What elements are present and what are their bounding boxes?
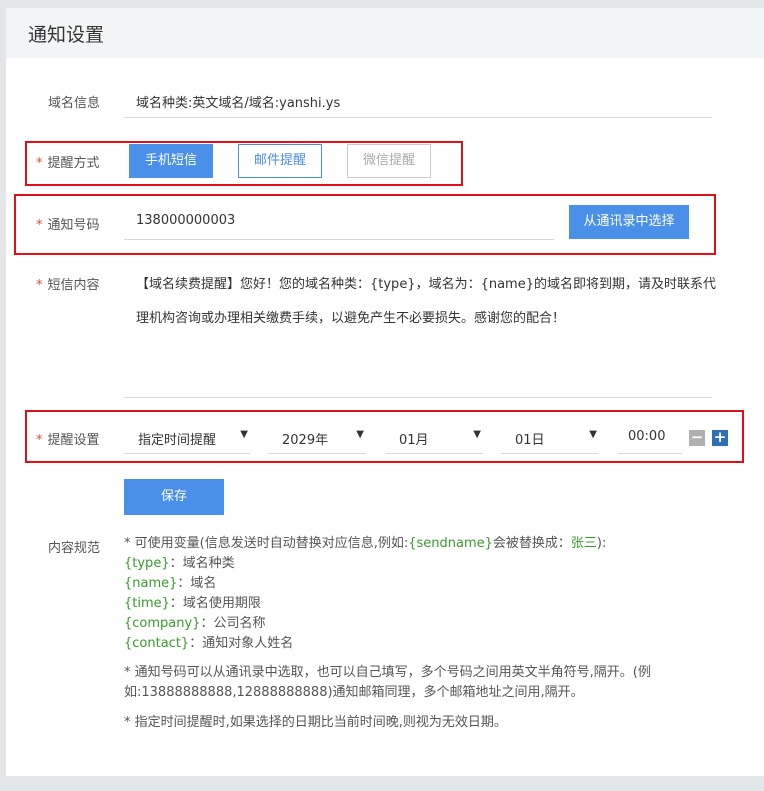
chevron-down-icon: ▼ [356, 429, 364, 440]
remind-mode-select[interactable]: 指定时间提醒 ▼ [124, 422, 250, 454]
day-select[interactable]: 01日 ▼ [501, 422, 599, 454]
day-value: 01日 [515, 433, 545, 448]
month-value: 01月 [399, 433, 429, 448]
settings-panel: 域名信息 域名种类:英文域名/域名:yanshi.ys * 提醒方式 手机短信 邮… [6, 58, 764, 776]
notify-number-input[interactable]: 138000000003 [136, 213, 235, 228]
required-star: * [36, 433, 43, 448]
rules-intro-mid: 会被替换成： [492, 536, 571, 551]
remind-setting-label: * 提醒设置 [36, 433, 100, 448]
domain-info-value: 域名种类:英文域名/域名:yanshi.ys [136, 96, 341, 111]
remind-method-label: * 提醒方式 [36, 156, 100, 171]
rules-note-line: 如:13888888888,12888888888)通知邮箱同理，多个邮箱地址之… [124, 685, 584, 700]
rules-note-line: * 通知号码可以从通讯录中选取，也可以自己填写，多个号码之间用英文半角符号,隔开… [124, 665, 651, 680]
chevron-down-icon: ▼ [589, 429, 597, 440]
sms-content-underline [124, 397, 712, 398]
rules-intro-suffix: ): [596, 536, 607, 551]
time-input[interactable]: 00:00 [618, 422, 682, 454]
chevron-down-icon: ▼ [240, 429, 248, 440]
content-rules-label: 内容规范 [48, 541, 101, 556]
rules-intro-variable: {sendname} [408, 536, 493, 551]
page-header: 通知设置 [6, 8, 764, 58]
select-from-contacts-button[interactable]: 从通讯录中选择 [569, 205, 689, 239]
option-email-button[interactable]: 邮件提醒 [238, 144, 322, 178]
content-rules-intro: * 可使用变量(信息发送时自动替换对应信息,例如:{sendname}会被替换成… [124, 534, 724, 554]
list-item: {name}：域名 [124, 576, 217, 591]
rules-note-numbers: * 通知号码可以从通讯录中选取，也可以自己填写，多个号码之间用英文半角符号,隔开… [124, 663, 724, 703]
list-item: {company}：公司名称 [124, 616, 266, 631]
rules-intro-prefix: * 可使用变量(信息发送时自动替换对应信息,例如: [124, 536, 409, 551]
month-select[interactable]: 01月 ▼ [385, 422, 483, 454]
sms-content-text[interactable]: 【域名续费提醒】您好！您的域名种类：{type}，域名为：{name}的域名即将… [136, 268, 726, 336]
variable-list: {type}：域名种类 {name}：域名 {time}：域名使用期限 {com… [124, 554, 293, 654]
domain-info-underline [124, 117, 712, 118]
list-item: {type}：域名种类 [124, 556, 235, 571]
rules-intro-example: 张三 [570, 536, 597, 551]
list-item: {time}：域名使用期限 [124, 596, 261, 611]
minus-icon[interactable]: − [689, 430, 705, 446]
time-value: 00:00 [628, 429, 666, 444]
remind-mode-value: 指定时间提醒 [138, 433, 217, 448]
sms-content-label: * 短信内容 [36, 278, 100, 293]
notify-number-underline [124, 239, 554, 240]
year-select[interactable]: 2029年 ▼ [268, 422, 366, 454]
required-star: * [36, 218, 43, 233]
year-value: 2029年 [282, 433, 329, 448]
list-item: {contact}：通知对象人姓名 [124, 636, 294, 651]
domain-info-label: 域名信息 [48, 96, 101, 111]
option-sms-button[interactable]: 手机短信 [129, 144, 213, 178]
plus-icon[interactable]: + [712, 430, 728, 446]
page-title: 通知设置 [28, 24, 105, 46]
notify-number-label: * 通知号码 [36, 218, 100, 233]
chevron-down-icon: ▼ [473, 429, 481, 440]
save-button[interactable]: 保存 [124, 479, 224, 515]
required-star: * [36, 278, 43, 293]
rules-note-date: * 指定时间提醒时,如果选择的日期比当前时间晚,则视为无效日期。 [124, 715, 507, 730]
required-star: * [36, 156, 43, 171]
option-wechat-button[interactable]: 微信提醒 [347, 144, 431, 178]
